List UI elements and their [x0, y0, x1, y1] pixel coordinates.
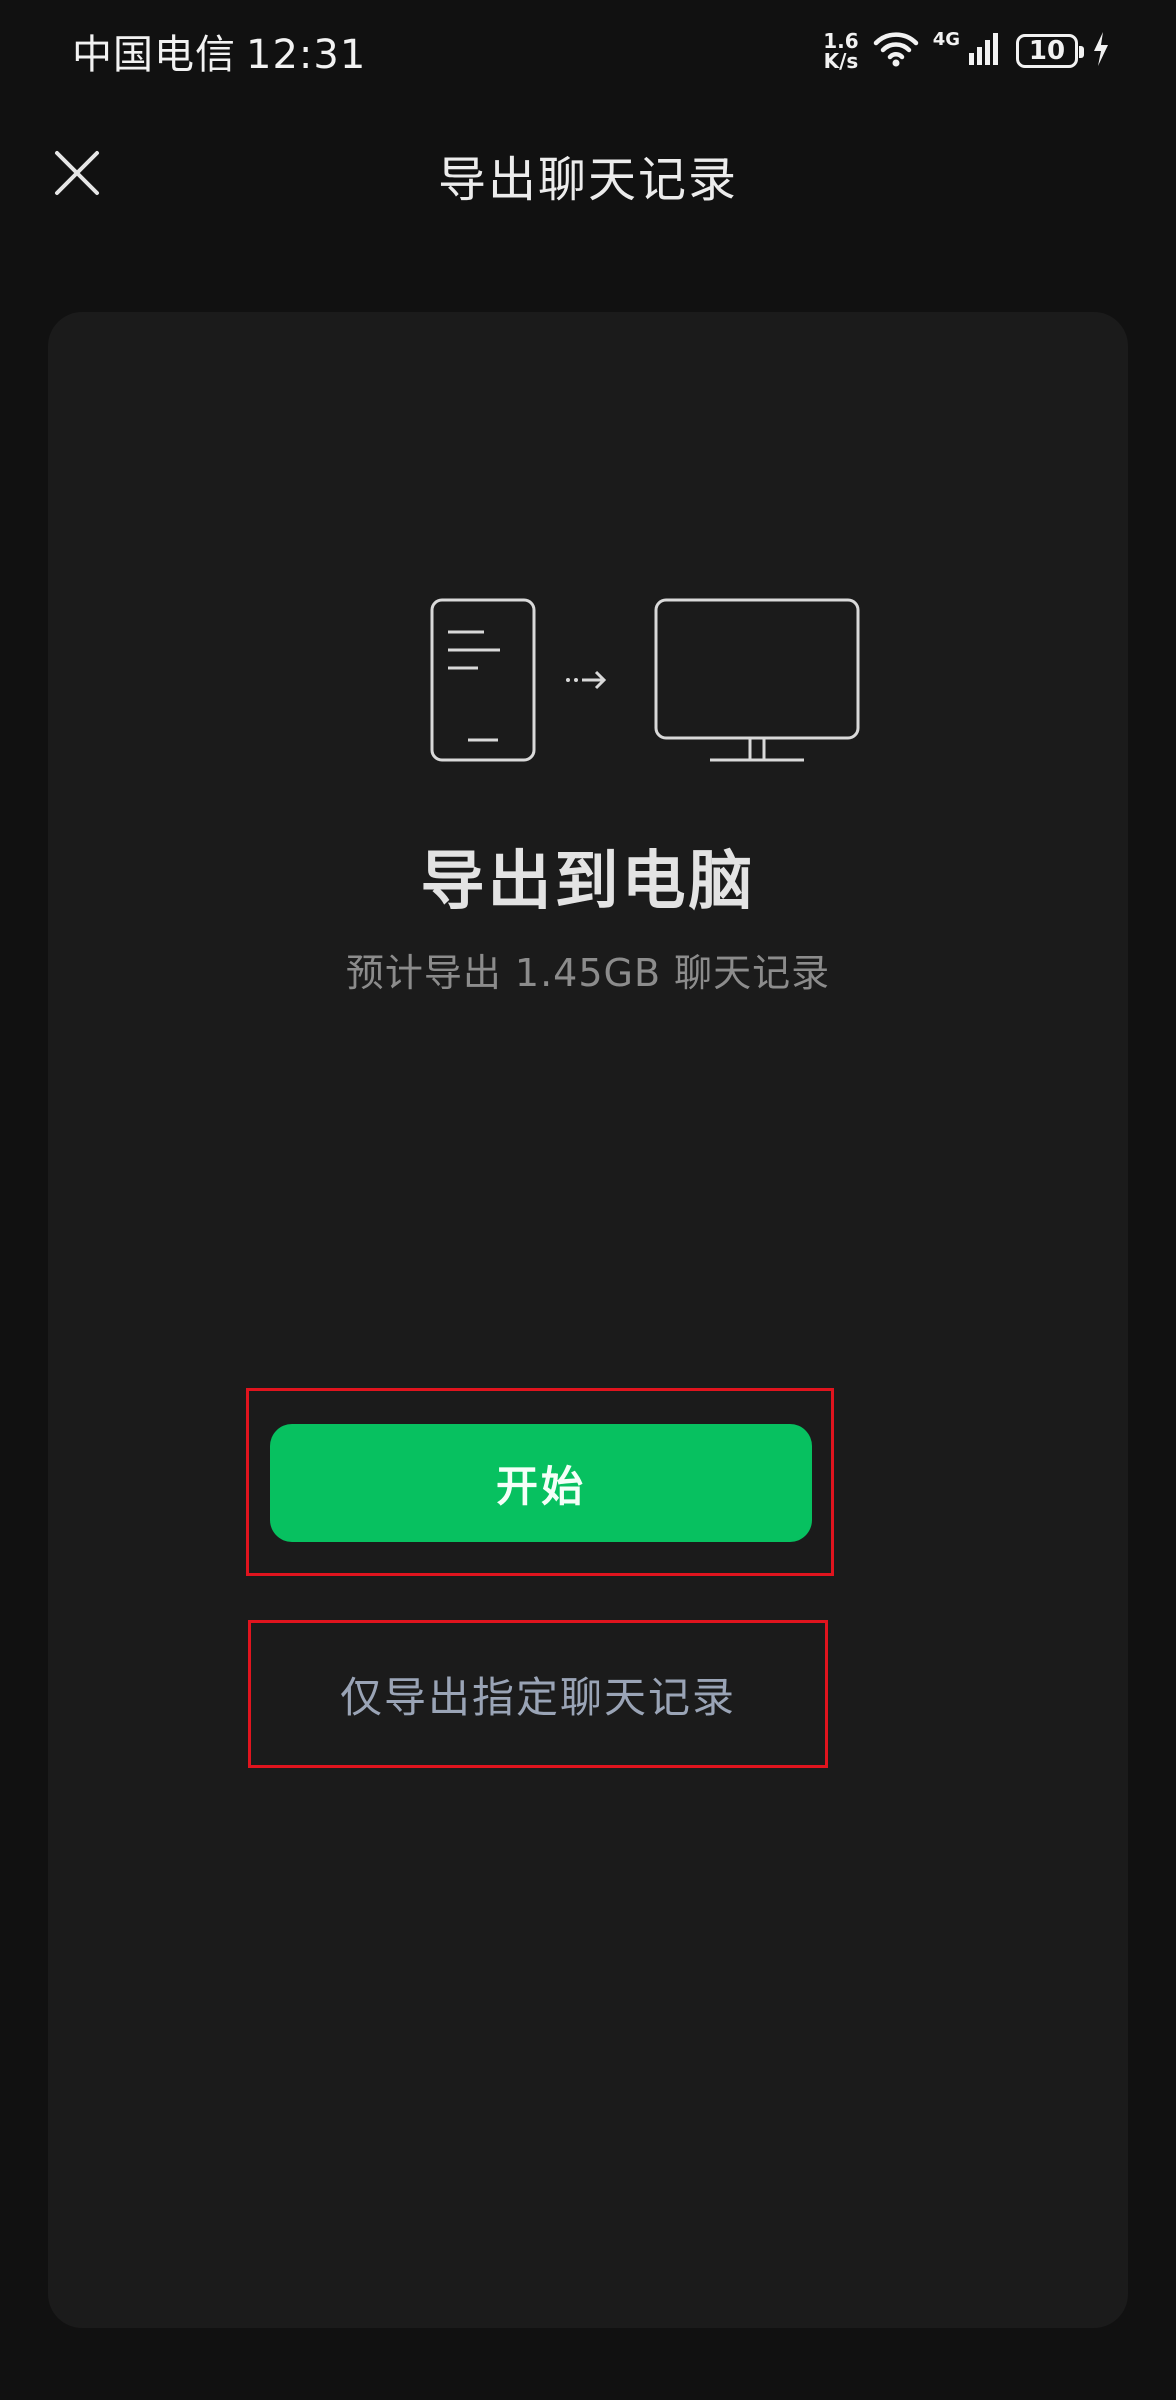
app-bar: 导出聊天记录: [0, 110, 1176, 230]
start-button[interactable]: 开始: [270, 1424, 812, 1542]
export-headline: 导出到电脑: [420, 845, 756, 919]
status-left: 中国电信 12:31: [72, 22, 366, 80]
wifi-icon: [873, 31, 919, 71]
monitor-icon: [654, 598, 860, 762]
export-size-subtitle: 预计导出 1.45GB 聊天记录: [345, 951, 831, 995]
network-type-label: 4G: [932, 28, 960, 50]
export-card: 导出到电脑 预计导出 1.45GB 聊天记录: [48, 312, 1128, 2328]
arrow-right-icon: [566, 670, 607, 690]
battery-icon: 10: [1016, 34, 1084, 68]
status-right: 1.6 K/s 4G 10: [823, 26, 1110, 76]
phone-icon: [430, 598, 536, 762]
battery-level: 10: [1028, 36, 1066, 66]
signal-icon: [968, 31, 1002, 71]
export-chat-screen: 中国电信 12:31 1.6 K/s 4G 10 导出聊天记录 导出到电脑 预计…: [0, 0, 1176, 2400]
export-illustration: [430, 598, 860, 762]
network-speed-unit: K/s: [823, 49, 859, 73]
page-title: 导出聊天记录: [437, 152, 738, 208]
network-speed: 1.6 K/s: [823, 31, 858, 71]
status-bar: 中国电信 12:31 1.6 K/s 4G 10: [0, 0, 1176, 100]
clock: 12:31: [246, 32, 367, 78]
charging-icon: [1092, 31, 1110, 71]
carrier-label: 中国电信: [72, 32, 236, 78]
export-selected-chats-button[interactable]: 仅导出指定聊天记录: [252, 1624, 824, 1764]
network-speed-value: 1.6: [823, 29, 859, 53]
